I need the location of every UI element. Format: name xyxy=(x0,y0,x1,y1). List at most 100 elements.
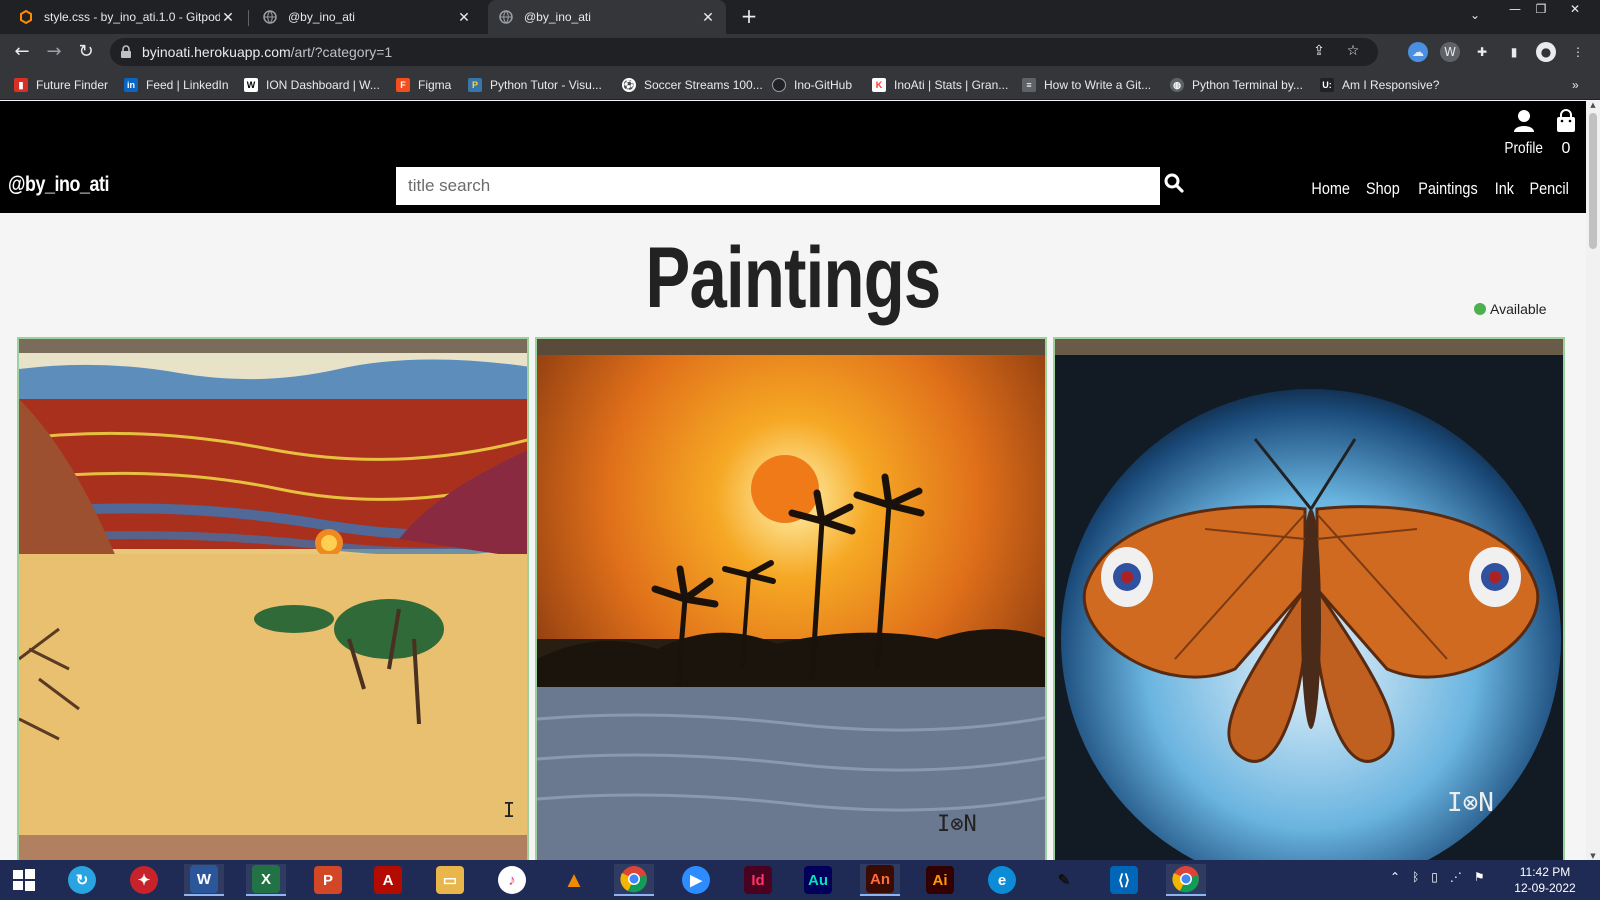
bookmark-label: ION Dashboard | W... xyxy=(266,78,380,92)
bookmark-label: InoAti | Stats | Gran... xyxy=(894,78,1009,92)
page-title: Paintings xyxy=(645,230,942,326)
chrome-icon[interactable] xyxy=(614,864,654,896)
bookmark-how-to-write-git[interactable]: ≡ How to Write a Git... xyxy=(1022,76,1151,94)
tab-by-ino-ati-active[interactable]: @by_ino_ati ✕ xyxy=(488,0,726,34)
shopping-bag-icon xyxy=(1557,109,1575,132)
side-panel-icon[interactable]: ▮ xyxy=(1504,42,1524,62)
scroll-down-arrow-icon[interactable]: ▼ xyxy=(1586,852,1600,860)
bookmark-linkedin[interactable]: in Feed | LinkedIn xyxy=(124,76,229,94)
acrobat-icon[interactable]: A xyxy=(368,864,408,896)
bookmark-python-tutor[interactable]: P Python Tutor - Visu... xyxy=(468,76,602,94)
illustrator-icon[interactable]: Ai xyxy=(920,864,960,896)
indesign-icon[interactable]: Id xyxy=(738,864,778,896)
bookmark-python-terminal[interactable]: ◍ Python Terminal by... xyxy=(1170,76,1303,94)
tab-gitpod[interactable]: style.css - by_ino_ati.1.0 - Gitpod ✕ xyxy=(8,0,246,34)
nav-shop[interactable]: Shop xyxy=(1366,179,1400,199)
network-icon[interactable]: ⋰ xyxy=(1450,870,1462,884)
powerpoint-icon[interactable]: P xyxy=(308,864,348,896)
browser-tab-strip: style.css - by_ino_ati.1.0 - Gitpod ✕ @b… xyxy=(0,0,1600,34)
svg-text:I⊗N: I⊗N xyxy=(1447,788,1494,818)
close-window-button[interactable]: ✕ xyxy=(1560,0,1590,18)
bookmark-ino-github[interactable]: Ino-GitHub xyxy=(772,76,852,94)
page-scrollbar[interactable]: ▲ ▼ xyxy=(1586,101,1600,860)
artwork-card-palm-sunset[interactable]: I⊗N xyxy=(535,337,1047,860)
itunes-icon[interactable]: ♪ xyxy=(492,864,532,896)
audition-icon[interactable]: Au xyxy=(798,864,838,896)
system-tray: ⌃ ᛒ ▯ ⋰ ⚑ xyxy=(1390,870,1485,884)
nav-ink[interactable]: Ink xyxy=(1495,179,1514,199)
star-icon[interactable]: ☆ xyxy=(1344,43,1362,61)
nav-pencil[interactable]: Pencil xyxy=(1529,179,1568,199)
animate-icon[interactable]: An xyxy=(860,864,900,896)
bookmark-future-finder[interactable]: ▮ Future Finder xyxy=(14,76,108,94)
future-finder-icon: ▮ xyxy=(14,78,28,92)
bluetooth-icon[interactable]: ᛒ xyxy=(1412,870,1419,884)
bookmark-am-i-responsive[interactable]: U: Am I Responsive? xyxy=(1320,76,1439,94)
nav-home[interactable]: Home xyxy=(1311,179,1350,199)
search-icon xyxy=(1164,173,1184,193)
site-header: @by_ino_ati Profile 0 Home Shop Painting… xyxy=(0,101,1586,213)
avatar[interactable]: ● xyxy=(1536,42,1556,62)
python-icon: P xyxy=(468,78,482,92)
url-path: /art/?category=1 xyxy=(290,44,393,60)
bookmark-label: Am I Responsive? xyxy=(1342,78,1440,92)
puzzle-icon[interactable]: ✚ xyxy=(1472,42,1492,62)
cloud-extension-icon[interactable]: ☁ xyxy=(1408,42,1428,62)
restore-button[interactable]: ❐ xyxy=(1526,0,1556,18)
teams-icon[interactable]: ↻ xyxy=(62,864,102,896)
url-domain: byinoati.herokuapp.com xyxy=(142,44,291,60)
tab-by-ino-ati[interactable]: @by_ino_ati ✕ xyxy=(252,0,482,34)
search-button[interactable] xyxy=(1164,173,1188,197)
flag-icon[interactable]: ⚑ xyxy=(1474,870,1485,884)
tab-title: @by_ino_ati xyxy=(288,10,355,24)
kebab-menu-icon[interactable]: ⋮ xyxy=(1568,42,1588,62)
chrome-icon[interactable] xyxy=(1166,864,1206,896)
scrollbar-thumb[interactable] xyxy=(1589,113,1597,249)
tab-title: @by_ino_ati xyxy=(524,10,591,24)
windows-taskbar: ↻ ✦ W X P A ▭ ♪ ▲ ▶ Id Au An Ai e ✎ ⟨⟩ ⌃… xyxy=(0,860,1600,900)
windows-start-icon[interactable] xyxy=(4,864,44,896)
forward-arrow-icon[interactable]: → xyxy=(42,40,66,64)
page-viewport: @by_ino_ati Profile 0 Home Shop Painting… xyxy=(0,101,1600,860)
globe-icon xyxy=(498,9,514,25)
bookmark-figma[interactable]: F Figma xyxy=(396,76,451,94)
availability-legend: Available xyxy=(1474,301,1547,317)
search-input[interactable] xyxy=(396,167,1160,205)
vlc-icon[interactable]: ▲ xyxy=(554,864,594,896)
share-icon[interactable]: ⇪ xyxy=(1310,43,1328,61)
new-tab-button[interactable]: + xyxy=(738,6,760,28)
profile-link[interactable]: Profile xyxy=(1500,109,1548,158)
svg-text:I: I xyxy=(503,798,515,822)
bookmark-label: Ino-GitHub xyxy=(794,78,853,92)
artwork-card-peacock-butterfly[interactable]: I⊗N xyxy=(1053,337,1565,860)
file-explorer-icon[interactable]: ▭ xyxy=(430,864,470,896)
reload-icon[interactable]: ↻ xyxy=(74,40,98,64)
scroll-up-arrow-icon[interactable]: ▲ xyxy=(1586,101,1600,109)
back-arrow-icon[interactable]: ← xyxy=(10,40,34,64)
excel-icon[interactable]: X xyxy=(246,864,286,896)
w-extension-icon[interactable]: W xyxy=(1440,42,1460,62)
nav-paintings[interactable]: Paintings xyxy=(1418,179,1477,199)
close-icon[interactable]: ✕ xyxy=(220,9,236,26)
tab-search-chevron-icon[interactable]: ⌄ xyxy=(1470,8,1480,22)
site-brand-link[interactable]: @by_ino_ati xyxy=(8,173,109,197)
edge-icon[interactable]: e xyxy=(982,864,1022,896)
close-icon[interactable]: ✕ xyxy=(456,9,472,26)
bookmarks-overflow-icon[interactable]: » xyxy=(1572,76,1579,94)
address-bar[interactable]: byinoati.herokuapp.com/art/?category=1 ⇪… xyxy=(110,38,1378,66)
bookmark-ion-dashboard[interactable]: W ION Dashboard | W... xyxy=(244,76,380,94)
vscode-icon[interactable]: ⟨⟩ xyxy=(1104,864,1144,896)
zoom-icon[interactable]: ▶ xyxy=(676,864,716,896)
artwork-card-desert-sunset[interactable]: I xyxy=(17,337,529,860)
tray-chevron-icon[interactable]: ⌃ xyxy=(1390,870,1400,884)
antivirus-icon[interactable]: ✦ xyxy=(124,864,164,896)
taskbar-clock[interactable]: 11:42 PM 12-09-2022 xyxy=(1500,864,1590,896)
shopping-bag-link[interactable]: 0 xyxy=(1553,109,1579,158)
pen-icon[interactable]: ✎ xyxy=(1044,864,1084,896)
globe-icon: ◍ xyxy=(1170,78,1184,92)
bookmark-soccer-streams[interactable]: ⚽ Soccer Streams 100... xyxy=(622,76,763,94)
close-icon[interactable]: ✕ xyxy=(700,9,716,26)
bookmark-inoati-stats[interactable]: K InoAti | Stats | Gran... xyxy=(872,76,1008,94)
battery-icon[interactable]: ▯ xyxy=(1431,870,1438,884)
word-icon[interactable]: W xyxy=(184,864,224,896)
